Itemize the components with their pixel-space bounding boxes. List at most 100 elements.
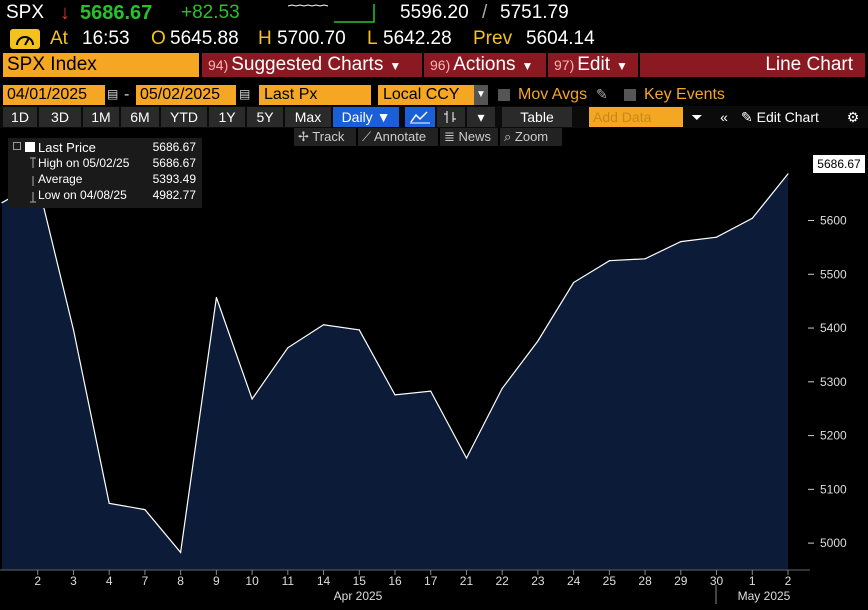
collapse-box-icon[interactable] (13, 142, 21, 150)
x-tick-label: 1 (749, 574, 756, 588)
data-point (501, 387, 503, 389)
annotate-icon: ⟋ (362, 129, 372, 144)
x-tick-label: 29 (674, 574, 688, 588)
legend-high-value: 5686.67 (152, 156, 196, 170)
actions-menu[interactable]: 96) Actions ▼ (424, 53, 546, 77)
period-3d[interactable]: 3D (39, 107, 81, 127)
menu-label: Edit (577, 54, 610, 75)
data-point (72, 329, 75, 331)
x-tick-label: 28 (638, 574, 652, 588)
chevron-down-icon[interactable]: ▼ (474, 85, 488, 105)
price-chart[interactable]: 50005100520053005400550056002 3 4 7 8 9 10 11 14… (0, 146, 868, 610)
news-tool[interactable]: ≣ News (440, 128, 498, 146)
menu-label: Suggested Charts (231, 54, 384, 75)
time-value: 16:53 (82, 28, 130, 49)
start-date-field[interactable]: 04/01/2025 (3, 85, 105, 105)
period-ytd[interactable]: YTD (161, 107, 207, 127)
period-1m[interactable]: 1M (83, 107, 119, 127)
calendar-icon[interactable]: ▤ (107, 87, 119, 101)
menu-number: 94) (208, 57, 229, 73)
chart-style-dropdown[interactable]: ▾ (467, 107, 495, 127)
track-tool[interactable]: ✢ Track (294, 128, 356, 146)
y-tick-label: 5600 (820, 214, 847, 228)
security-field[interactable]: SPX Index (3, 53, 199, 77)
x-tick-label: 2 (34, 574, 41, 588)
end-date-field[interactable]: 05/02/2025 (136, 85, 236, 105)
period-5y[interactable]: 5Y (247, 107, 283, 127)
period-1d[interactable]: 1D (3, 107, 37, 127)
pencil-icon[interactable]: ✎ (596, 86, 608, 103)
legend-avg-value: 5393.49 (152, 172, 196, 186)
legend-low-label: Low on 04/08/25 (38, 188, 127, 202)
zoom-tool[interactable]: ⌕ Zoom (500, 128, 562, 146)
data-point (394, 394, 396, 396)
data-point (430, 390, 432, 392)
data-point (144, 509, 146, 511)
data-point (573, 281, 575, 284)
month-label: May 2025 (738, 589, 791, 603)
data-point (608, 260, 611, 262)
y-tick-label: 5200 (820, 429, 847, 443)
net-change: +82.53 (181, 2, 240, 23)
chart-type-title: Line Chart (640, 53, 865, 77)
edit-menu[interactable]: 97) Edit ▼ (548, 53, 638, 77)
period-max[interactable]: Max (285, 107, 331, 127)
zoom-label: Zoom (514, 129, 549, 144)
x-tick-label: 16 (388, 574, 402, 588)
down-arrow-icon: ↓ (60, 2, 70, 24)
bar-chart-icon[interactable] (437, 107, 465, 127)
open-value: 5645.88 (170, 28, 239, 49)
add-data-input[interactable]: Add Data (589, 107, 683, 127)
chart-toolbar: 1D 3D 1M 6M YTD 1Y 5Y Max Daily ▼ ▾ Tabl… (0, 106, 868, 128)
chevron-down-icon: ▼ (521, 59, 534, 73)
session-stats: At 16:53 O 5645.88 H 5700.70 L 5642.28 P… (0, 26, 868, 52)
edit-chart-label: Edit Chart (756, 109, 819, 125)
period-1y[interactable]: 1Y (209, 107, 245, 127)
period-6m[interactable]: 6M (121, 107, 159, 127)
price-area (2, 173, 788, 570)
gear-icon[interactable]: ⚙ (842, 107, 864, 127)
last-price-tag: 5686.67 (813, 155, 865, 173)
x-tick-label: 14 (317, 574, 331, 588)
collapse-icon[interactable]: « (713, 107, 735, 127)
ask-price: 5751.79 (500, 2, 569, 23)
suggested-charts-menu[interactable]: 94) Suggested Charts ▼ (202, 53, 422, 77)
range-separator: - (124, 86, 130, 103)
menu-number: 97) (554, 57, 575, 73)
frequency-dropdown[interactable]: Daily ▼ (333, 107, 399, 127)
filter-icon[interactable]: ⏷ (688, 107, 706, 127)
data-point (787, 173, 789, 175)
key-events-checkbox[interactable] (624, 89, 636, 101)
high-label: H (258, 28, 272, 49)
field-selector[interactable]: Last Px (259, 85, 371, 105)
data-point (465, 457, 468, 459)
annotate-label: Annotate (374, 129, 427, 144)
prev-label: Prev (473, 28, 513, 49)
currency-selector[interactable]: Local CCY (378, 85, 474, 105)
calendar-icon[interactable]: ▤ (239, 87, 251, 101)
news-label: News (458, 129, 492, 144)
pencil-icon: ✎ (741, 109, 753, 125)
table-button[interactable]: Table (502, 107, 572, 127)
menu-label: Actions (453, 54, 516, 75)
low-value: 5642.28 (383, 28, 452, 49)
legend-last-value: 5686.67 (152, 140, 196, 154)
data-point (644, 258, 646, 260)
month-label: Apr 2025 (334, 589, 383, 603)
x-tick-label: 4 (106, 574, 113, 588)
bid-price: 5596.20 (400, 2, 469, 23)
y-tick-label: 5300 (820, 375, 847, 389)
news-icon: ≣ (444, 129, 455, 144)
gauge-icon[interactable] (10, 29, 40, 49)
mov-avgs-checkbox[interactable] (498, 89, 510, 101)
edit-chart-button[interactable]: ✎ Edit Chart (737, 107, 839, 127)
x-tick-label: 10 (245, 574, 259, 588)
data-point (322, 324, 325, 326)
data-point (1, 202, 3, 204)
data-point (715, 236, 718, 238)
legend-bracket-icon (30, 157, 36, 203)
legend-last-label: Last Price (38, 140, 96, 155)
x-tick-label: 7 (142, 574, 149, 588)
annotate-tool[interactable]: ⟋ Annotate (358, 128, 438, 146)
line-chart-icon[interactable] (405, 107, 435, 127)
